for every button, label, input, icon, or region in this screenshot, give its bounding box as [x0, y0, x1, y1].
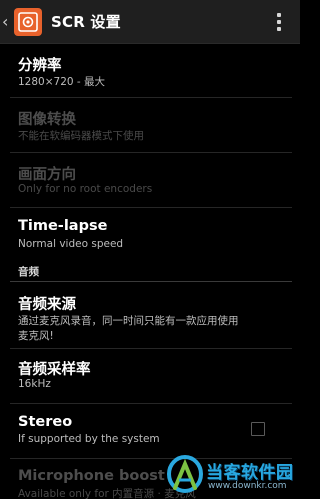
pref-resolution-title: 分辨率 — [18, 58, 62, 74]
action-bar: ‹ SCR 设置 — [0, 0, 300, 43]
pref-sample-rate[interactable]: 音频采样率 16kHz — [0, 349, 300, 403]
watermark-url: www.downkr.com — [208, 481, 287, 491]
pref-timelapse-title: Time-lapse — [18, 218, 108, 234]
pref-sample-rate-title: 音频采样率 — [18, 362, 91, 378]
pref-stereo-summary: If supported by the system — [18, 433, 160, 445]
pref-orientation-title: 画面方向 — [18, 167, 76, 183]
screen-recorder-app-icon[interactable] — [14, 7, 42, 36]
pref-resolution[interactable]: 分辨率 1280×720 - 最大 — [0, 44, 300, 96]
pref-image-transform-summary: 不能在软编码器模式下使用 — [18, 130, 144, 142]
category-divider — [10, 281, 292, 282]
pref-orientation-summary: Only for no root encoders — [18, 183, 153, 195]
category-audio: 音频 — [0, 262, 300, 282]
pref-timelapse-summary: Normal video speed — [18, 238, 124, 250]
downkr-logo-icon — [167, 455, 203, 493]
pref-image-transform-title: 图像转换 — [18, 112, 76, 128]
pref-orientation: 画面方向 Only for no root encoders — [0, 153, 300, 207]
pref-image-transform: 图像转换 不能在软编码器模式下使用 — [0, 98, 300, 152]
watermark-title: 当客软件园 — [206, 463, 294, 483]
overflow-menu-icon[interactable] — [276, 13, 282, 31]
pref-audio-source-title: 音频来源 — [18, 297, 76, 313]
back-chevron-icon[interactable]: ‹ — [2, 0, 12, 43]
page-title: SCR 设置 — [51, 13, 121, 31]
pref-mic-boost-title: Microphone boost — [18, 468, 165, 484]
pref-audio-source-summary-line2: 麦克风! — [18, 330, 54, 342]
stereo-checkbox[interactable] — [251, 422, 265, 436]
pref-stereo-title: Stereo — [18, 414, 73, 430]
pref-audio-source[interactable]: 音频来源 通过麦克风录音，同一时间只能有一款应用使用 麦克风! — [0, 283, 300, 347]
category-audio-label: 音频 — [18, 266, 39, 278]
pref-sample-rate-summary: 16kHz — [18, 378, 51, 390]
pref-resolution-summary: 1280×720 - 最大 — [18, 76, 106, 88]
pref-audio-source-summary-line1: 通过麦克风录音，同一时间只能有一款应用使用 — [18, 315, 239, 327]
pref-timelapse[interactable]: Time-lapse Normal video speed — [0, 208, 300, 262]
watermark: 当客软件园 www.downkr.com — [162, 450, 300, 499]
